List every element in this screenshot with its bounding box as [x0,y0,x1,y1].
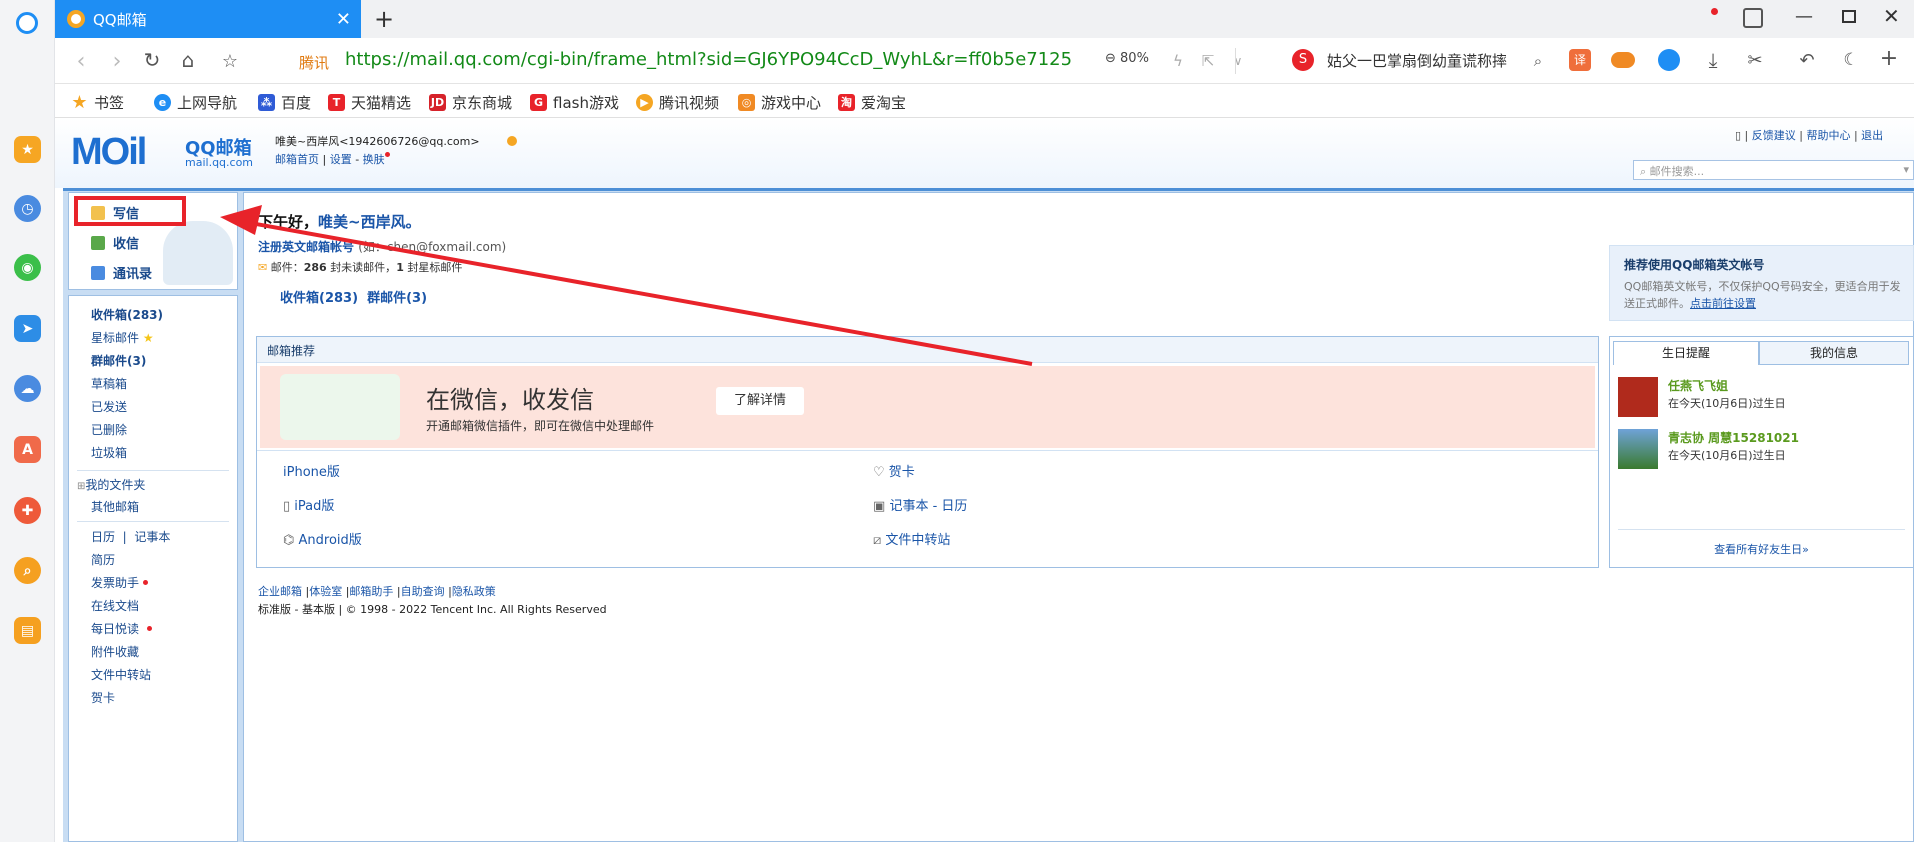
annotation-arrow-icon [220,205,1033,366]
